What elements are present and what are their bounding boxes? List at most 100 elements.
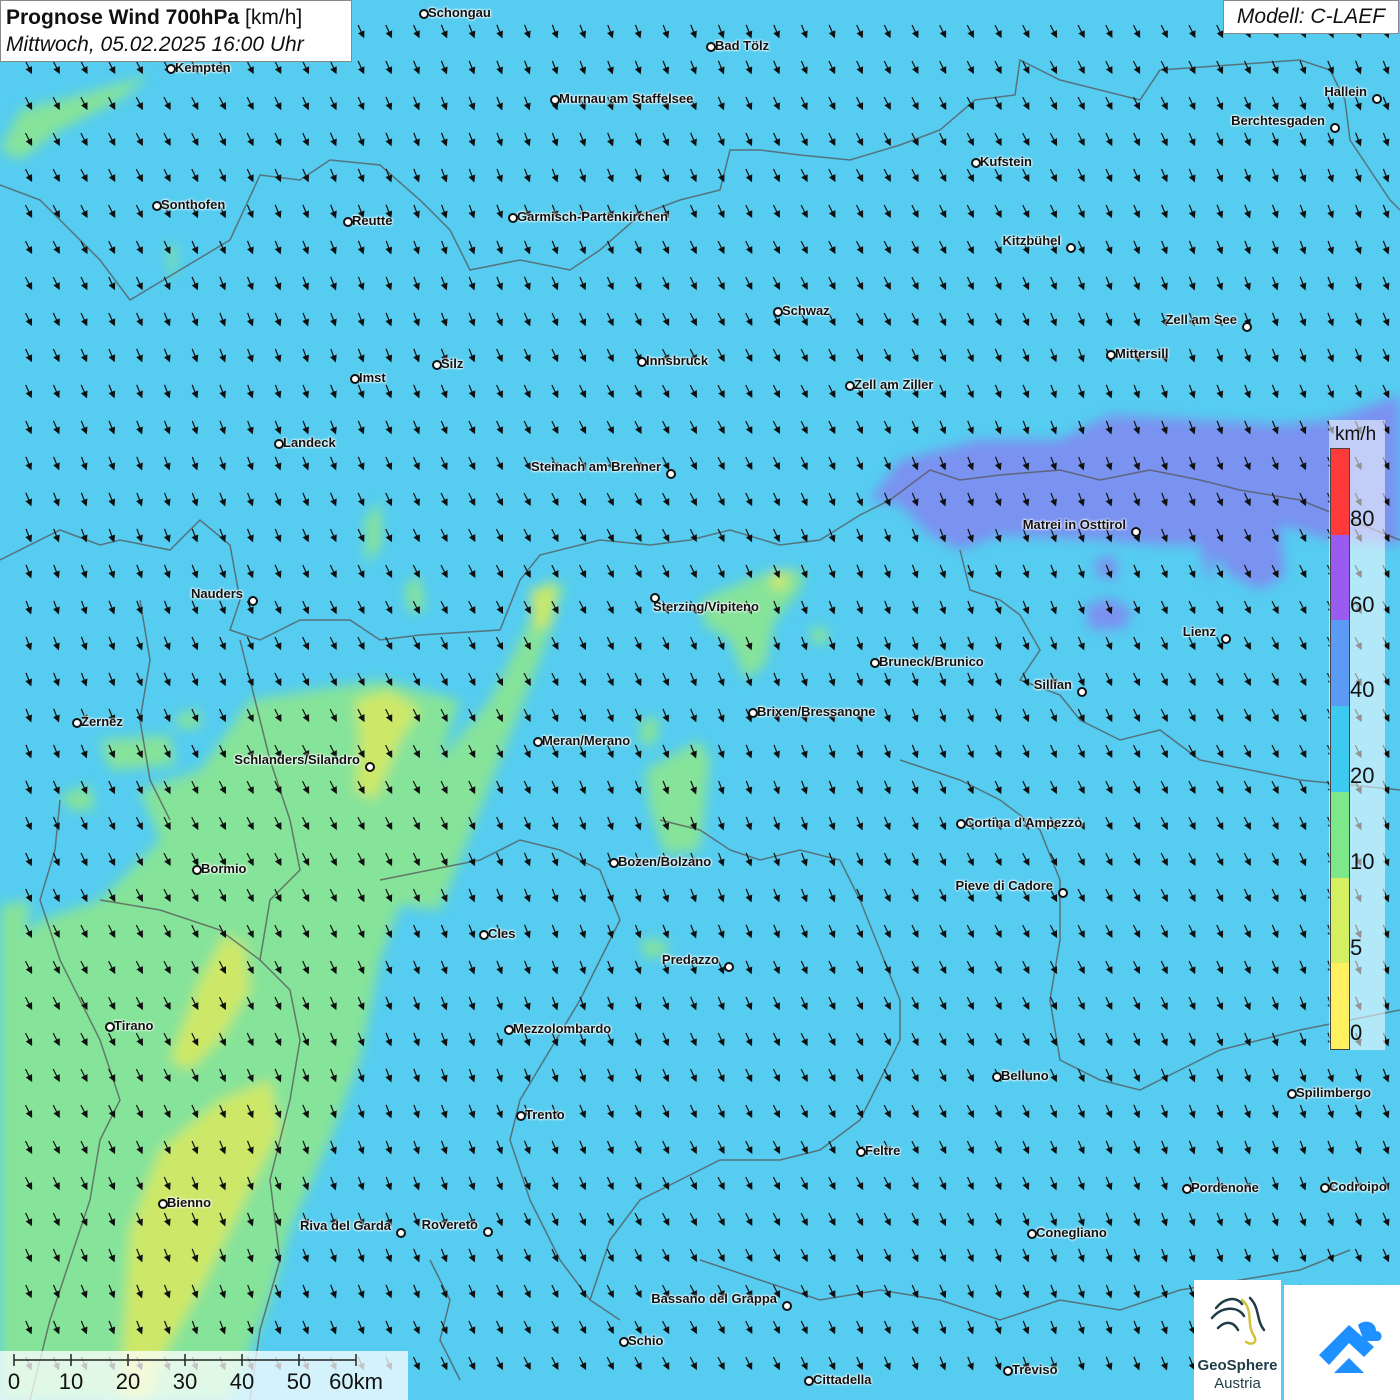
- city-name: Codroipo: [1329, 1179, 1387, 1194]
- city-marker: Nauders: [191, 587, 258, 606]
- city-marker: Sillian: [1034, 678, 1087, 697]
- city-dot-icon: [483, 1227, 493, 1237]
- city-dot-icon: [666, 469, 676, 479]
- legend-tick-label: 40: [1350, 677, 1375, 703]
- legend-color-segment: [1331, 620, 1349, 707]
- city-dot-icon: [365, 762, 375, 772]
- scale-label: 20: [115, 1369, 141, 1394]
- legend-color-segment: [1331, 449, 1349, 535]
- map-title-unit: [km/h]: [245, 6, 303, 29]
- app-logo-icon: [1319, 1321, 1382, 1373]
- city-marker: Treviso: [1003, 1363, 1058, 1377]
- city-name: Sonthofen: [161, 197, 226, 212]
- city-marker: Bormio: [192, 862, 247, 876]
- legend-tick-label: 5: [1350, 934, 1363, 960]
- city-marker: Innsbruck: [637, 354, 708, 368]
- city-marker: Zell am Ziller: [845, 378, 933, 392]
- city-name: Cittadella: [813, 1372, 872, 1387]
- city-name: Meran/Merano: [542, 733, 631, 748]
- city-dot-icon: [619, 1337, 629, 1347]
- city-name: Pieve di Cadore: [955, 878, 1053, 893]
- city-dot-icon: [782, 1301, 792, 1311]
- city-marker: Silz: [432, 357, 463, 371]
- city-marker: Tirano: [105, 1019, 154, 1033]
- city-marker: Bozen/Bolzano: [609, 855, 711, 869]
- city-marker: Spilimbergo: [1287, 1086, 1371, 1100]
- city-name: Sterzing/Vipiteno: [653, 599, 759, 614]
- city-dot-icon: [992, 1072, 1002, 1082]
- city-marker: Kitzbühel: [1003, 234, 1076, 253]
- color-legend: km/h 80 60 40 20 10 5 0: [1329, 420, 1385, 1050]
- city-dot-icon: [479, 930, 489, 940]
- city-dot-icon: [1077, 687, 1087, 697]
- city-marker: Reutte: [343, 214, 392, 228]
- scale-label: 60km: [329, 1369, 383, 1394]
- city-dot-icon: [637, 357, 647, 367]
- forecast-datetime: Mittwoch, 05.02.2025 16:00 Uhr: [6, 33, 304, 56]
- legend-unit: km/h: [1335, 424, 1377, 445]
- city-name: Lienz: [1182, 624, 1216, 639]
- city-dot-icon: [1003, 1366, 1013, 1376]
- city-dot-icon: [971, 158, 981, 168]
- city-name: Pordenone: [1191, 1180, 1259, 1195]
- city-marker: Pieve di Cadore: [955, 878, 1068, 898]
- city-marker: Lienz: [1182, 624, 1231, 644]
- city-marker: Cles: [479, 927, 515, 941]
- legend-tick-label: 20: [1350, 763, 1375, 789]
- city-name: Cortina d'Ampezzo: [965, 815, 1083, 830]
- legend-color-segment: [1331, 534, 1349, 621]
- city-dot-icon: [105, 1022, 115, 1032]
- city-dot-icon: [1320, 1183, 1330, 1193]
- city-marker: Schlanders/Silandro: [234, 752, 375, 772]
- city-dot-icon: [248, 596, 258, 606]
- wind-map[interactable]: Schongau Bad Tölz Kempten Murnau am Staffel…: [0, 0, 1400, 1400]
- app-logo[interactable]: [1284, 1285, 1400, 1400]
- city-name: Predazzo: [661, 952, 719, 967]
- city-dot-icon: [1106, 350, 1116, 360]
- city-marker: Garmisch-Partenkirchen: [508, 210, 668, 224]
- geosphere-emblem-icon: [1210, 1296, 1266, 1345]
- city-marker: Riva del Garda: [300, 1219, 406, 1238]
- city-dot-icon: [1372, 94, 1382, 104]
- city-dot-icon: [748, 708, 758, 718]
- city-marker: Zernez: [72, 715, 123, 729]
- legend-color-segment: [1331, 877, 1349, 964]
- city-marker: Bienno: [158, 1196, 211, 1210]
- city-name: Conegliano: [1036, 1225, 1107, 1240]
- city-marker: Steinach am Brenner: [531, 460, 676, 479]
- city-dot-icon: [1242, 322, 1252, 332]
- city-marker: Schwaz: [773, 304, 830, 318]
- city-name: Zell am Ziller: [854, 377, 934, 392]
- city-name: Innsbruck: [646, 353, 709, 368]
- city-dot-icon: [1221, 634, 1231, 644]
- city-dot-icon: [533, 737, 543, 747]
- city-dot-icon: [650, 593, 660, 603]
- legend-color-segment: [1331, 791, 1349, 878]
- city-marker: Cortina d'Ampezzo: [956, 816, 1082, 830]
- city-dot-icon: [274, 439, 284, 449]
- city-dot-icon: [1131, 527, 1141, 537]
- city-name: Schongau: [428, 5, 491, 20]
- geosphere-logo[interactable]: GeoSphere Austria: [1194, 1280, 1281, 1400]
- city-name: Schlanders/Silandro: [234, 752, 360, 767]
- city-dot-icon: [804, 1376, 814, 1386]
- city-marker: Zell am See: [1165, 313, 1252, 332]
- city-marker: Schongau: [419, 6, 491, 20]
- city-marker: Mittersill: [1106, 347, 1168, 361]
- city-marker: Bassano del Grappa: [651, 1292, 792, 1311]
- title-box: Prognose Wind 700hPa [km/h] Mittwoch, 05…: [0, 0, 352, 62]
- city-name: Matrei in Osttirol: [1022, 517, 1126, 532]
- city-dot-icon: [1058, 888, 1068, 898]
- city-dot-icon: [419, 9, 429, 19]
- legend-tick-label: 80: [1350, 506, 1375, 531]
- city-dot-icon: [706, 42, 716, 52]
- city-marker: Kufstein: [971, 155, 1032, 169]
- city-dot-icon: [956, 819, 966, 829]
- map-title: Prognose Wind 700hPa [km/h]: [6, 4, 346, 32]
- city-dot-icon: [432, 360, 442, 370]
- city-dot-icon: [1066, 243, 1076, 253]
- city-name: Garmisch-Partenkirchen: [517, 209, 669, 224]
- city-name: Bozen/Bolzano: [618, 854, 712, 869]
- city-dot-icon: [508, 213, 518, 223]
- legend-color-segment: [1331, 706, 1349, 792]
